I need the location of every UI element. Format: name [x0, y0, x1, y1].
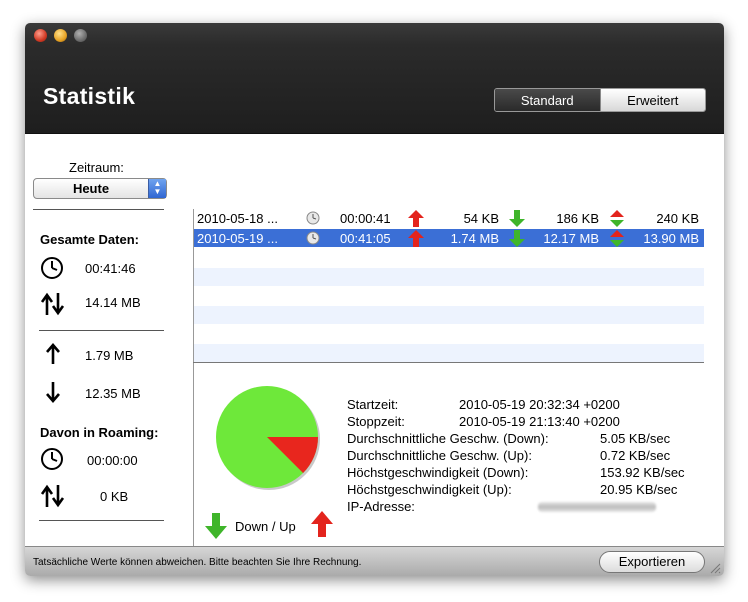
roaming-time: 00:00:00 — [87, 453, 138, 468]
upload-volume: 1.79 MB — [85, 348, 134, 363]
avg-up-label: Durchschnittliche Geschw. (Up): — [347, 448, 532, 463]
table-row-empty — [194, 249, 704, 267]
table-row-empty — [194, 268, 704, 286]
down-arrow-icon — [46, 382, 60, 403]
up-down-total-icon — [610, 230, 624, 247]
avg-up-value: 0.72 KB/sec — [600, 448, 671, 463]
disclaimer-text: Tatsächliche Werte können abweichen. Bit… — [33, 557, 362, 568]
max-up-label: Höchstgeschwindigkeit (Up): — [347, 482, 512, 497]
max-down-value: 153.92 KB/sec — [600, 465, 685, 480]
download-arrow-icon — [509, 230, 525, 247]
roaming-volume: 0 KB — [100, 489, 129, 504]
clock-icon — [306, 211, 320, 225]
standard-view-button[interactable]: Standard — [495, 89, 601, 111]
pie-legend: Down / Up — [235, 519, 296, 534]
stoppzeit-value: 2010-05-19 21:13:40 +0200 — [459, 414, 620, 429]
startzeit-value: 2010-05-19 20:32:34 +0200 — [459, 397, 620, 412]
resize-grip-icon[interactable] — [709, 562, 721, 574]
details-left-border — [193, 363, 194, 546]
erweitert-view-button[interactable]: Erweitert — [600, 89, 705, 111]
minimize-window-button[interactable] — [54, 29, 67, 42]
sidebar-divider-2 — [39, 520, 164, 521]
session-duration: 00:00:41 — [340, 211, 391, 226]
sidebar-divider-top — [33, 209, 164, 210]
startzeit-label: Startzeit: — [347, 397, 399, 412]
statistik-window: Statistik Standard Erweitert Zeitraum: H… — [25, 23, 724, 576]
session-up: 54 KB — [463, 211, 499, 226]
view-segmented-control: Standard Erweitert — [494, 88, 706, 112]
max-up-value: 20.95 KB/sec — [600, 482, 678, 497]
up-arrow-icon — [46, 343, 60, 364]
upload-arrow-icon — [408, 210, 424, 227]
stoppzeit-label: Stoppzeit: — [347, 414, 405, 429]
up-down-arrows-icon — [40, 292, 65, 316]
clock-icon — [306, 231, 320, 245]
session-start: 2010-05-19 ... — [197, 231, 278, 246]
roaming-heading: Davon in Roaming: — [40, 425, 159, 440]
total-volume: 14.14 MB — [85, 295, 141, 310]
ip-label: IP-Adresse: — [347, 499, 415, 514]
download-legend-arrow-icon — [205, 513, 227, 539]
zeitraum-value: Heute — [72, 181, 110, 196]
download-arrow-icon — [509, 210, 525, 227]
session-total: 240 KB — [656, 211, 699, 226]
table-row-empty — [194, 287, 704, 305]
window-title: Statistik — [43, 83, 136, 109]
session-start: 2010-05-18 ... — [197, 211, 278, 226]
table-row-empty — [194, 325, 704, 343]
zeitraum-popup[interactable]: Heute ▲ ▼ — [33, 178, 167, 199]
clock-icon — [41, 257, 63, 279]
roaming-up-down-arrows-icon — [40, 484, 65, 508]
up-down-total-icon — [610, 210, 624, 227]
zoom-window-button[interactable] — [74, 29, 87, 42]
footer-bar: Tatsächliche Werte können abweichen. Bit… — [25, 546, 724, 576]
popup-arrows-icon: ▲ ▼ — [148, 179, 166, 198]
session-down: 12.17 MB — [543, 231, 599, 246]
session-up: 1.74 MB — [450, 231, 499, 246]
ip-value-redacted — [538, 502, 656, 512]
sessions-table[interactable]: 2010-05-18 ... 00:00:41 54 KB 186 KB 240… — [193, 209, 704, 362]
session-duration: 00:41:05 — [340, 231, 391, 246]
max-down-label: Höchstgeschwindigkeit (Down): — [347, 465, 529, 480]
usage-pie-chart — [216, 386, 320, 490]
close-window-button[interactable] — [34, 29, 47, 42]
table-row[interactable]: 2010-05-18 ... 00:00:41 54 KB 186 KB 240… — [194, 209, 704, 227]
total-time: 00:41:46 — [85, 261, 136, 276]
download-volume: 12.35 MB — [85, 386, 141, 401]
title-bar: Statistik Standard Erweitert — [25, 23, 724, 134]
table-row-empty — [194, 344, 704, 362]
table-bottom-divider — [193, 362, 704, 363]
avg-down-value: 5.05 KB/sec — [600, 431, 671, 446]
sidebar-divider-1 — [39, 330, 164, 331]
session-total: 13.90 MB — [643, 231, 699, 246]
table-row-empty — [194, 306, 704, 324]
table-row-selected[interactable]: 2010-05-19 ... 00:41:05 1.74 MB 12.17 MB… — [194, 229, 704, 247]
export-button[interactable]: Exportieren — [599, 551, 705, 573]
total-data-heading: Gesamte Daten: — [40, 232, 139, 247]
session-down: 186 KB — [556, 211, 599, 226]
upload-legend-arrow-icon — [311, 511, 333, 537]
avg-down-label: Durchschnittliche Geschw. (Down): — [347, 431, 549, 446]
roaming-clock-icon — [41, 448, 63, 470]
zeitraum-label: Zeitraum: — [69, 160, 124, 175]
upload-arrow-icon — [408, 230, 424, 247]
